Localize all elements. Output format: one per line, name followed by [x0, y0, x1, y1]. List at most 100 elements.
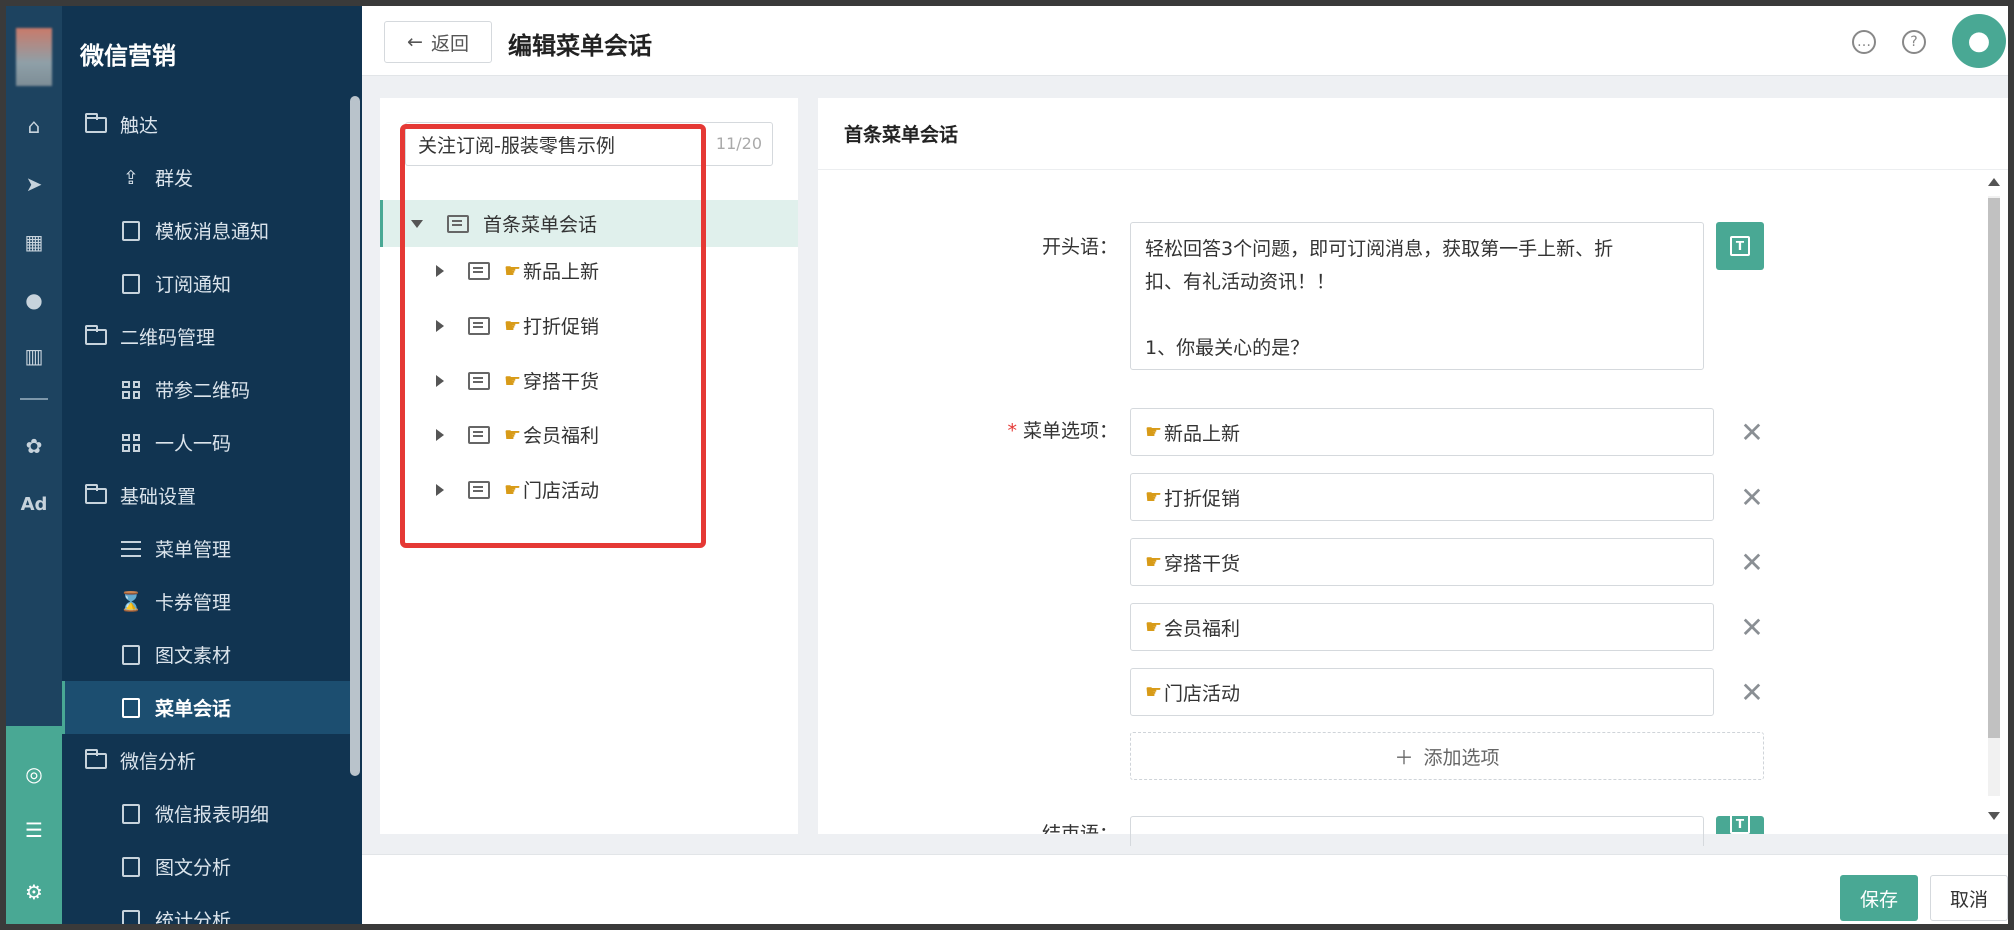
message-icon: [117, 219, 145, 243]
help-icon[interactable]: ?: [1902, 30, 1926, 54]
sidebar-item-article-analysis[interactable]: 图文分析: [62, 840, 350, 893]
qrcode-icon: [117, 378, 145, 402]
sidebar-group-reach[interactable]: 触达: [62, 98, 350, 151]
opener-line: 扣、有礼活动资讯！！: [1145, 271, 1336, 293]
sidebar-item-report-detail[interactable]: 微信报表明细: [62, 787, 350, 840]
share-icon: ⇪: [123, 166, 139, 189]
opener-line: 轻松回答3个问题，即可订阅消息，获取第一手上新、折: [1145, 238, 1614, 260]
options-label: * 菜单选项：: [958, 416, 1118, 443]
opener-label: 开头语：: [1041, 236, 1118, 258]
remove-option-button[interactable]: ✕: [1736, 610, 1768, 644]
home-icon[interactable]: ⌂: [6, 106, 62, 146]
menu-option-input[interactable]: ☛ 穿搭干货: [1130, 538, 1714, 586]
menu-option-value: 门店活动: [1164, 682, 1241, 705]
user-icon: ●: [1967, 26, 1991, 56]
gear-icon[interactable]: ⚙: [6, 872, 62, 912]
sidebar-item-statistics[interactable]: 统计分析: [62, 893, 350, 924]
back-button[interactable]: ← 返回: [384, 21, 492, 63]
sidebar-item-label: 模板消息通知: [155, 221, 270, 243]
server-icon[interactable]: ☰: [6, 810, 62, 850]
pointing-hand-icon: ☛: [1145, 551, 1163, 573]
plus-icon: ＋: [1394, 746, 1414, 769]
text-format-icon: T: [1730, 236, 1750, 256]
document-icon: [117, 855, 145, 879]
add-option-label: 添加选项: [1423, 746, 1500, 769]
menu-option-input[interactable]: ☛ 门店活动: [1130, 668, 1714, 716]
editor-scrollbar[interactable]: [1984, 174, 2004, 834]
remove-option-button[interactable]: ✕: [1736, 675, 1768, 709]
scroll-thumb[interactable]: [1988, 198, 2000, 738]
arrow-left-icon: ←: [407, 31, 423, 53]
menu-option-input[interactable]: ☛ 新品上新: [1130, 408, 1714, 456]
sidebar-item-label: 二维码管理: [120, 327, 216, 349]
wechat-icon[interactable]: ✿: [6, 426, 62, 466]
sidebar-title: 微信营销: [80, 42, 176, 70]
close-icon: ✕: [1740, 610, 1764, 644]
coupon-icon: ⌛: [119, 591, 143, 613]
folder-icon: [82, 324, 110, 349]
chart-icon: [117, 908, 145, 924]
top-header: ← 返回 编辑菜单会话 … ? ●: [362, 6, 2008, 76]
sidebar-item-label: 一人一码: [155, 433, 232, 455]
chat-bubble-icon[interactable]: …: [1852, 30, 1876, 54]
scroll-down-icon[interactable]: [1988, 812, 2000, 820]
sidebar-item-label: 卡券管理: [155, 592, 232, 614]
folder-icon: [82, 112, 110, 137]
sidebar-group-qrcode[interactable]: 二维码管理: [62, 310, 350, 363]
sidebar-item-label: 基础设置: [120, 486, 197, 508]
sidebar-item-param-qrcode[interactable]: 带参二维码: [62, 363, 350, 416]
close-icon: ✕: [1740, 480, 1764, 514]
sidebar-group-wechat-analysis[interactable]: 微信分析: [62, 734, 350, 787]
close-icon: ✕: [1740, 415, 1764, 449]
add-option-button[interactable]: ＋ 添加选项: [1130, 732, 1764, 780]
remove-option-button[interactable]: ✕: [1736, 415, 1768, 449]
ad-icon[interactable]: Ad: [6, 484, 62, 524]
sidebar-item-coupon-management[interactable]: ⌛ 卡券管理: [62, 575, 350, 628]
app-window: ⌂ ➤ ▦ ● ▥ ✿ Ad ◎ ☰ ⚙ 微信营销 触达 ⇪ 群发 模板消息通知 …: [6, 6, 2008, 924]
sidebar-list: 触达 ⇪ 群发 模板消息通知 订阅通知 二维码管理 带参二维码 一人一码 基础设置…: [62, 98, 350, 924]
opener-line: [1145, 299, 1689, 332]
remove-option-button[interactable]: ✕: [1736, 546, 1768, 579]
target-icon[interactable]: ◎: [6, 754, 62, 794]
layout-icon[interactable]: ▦: [6, 222, 62, 262]
pointing-hand-icon: ☛: [1145, 616, 1163, 638]
send-icon[interactable]: ➤: [6, 164, 62, 204]
sidebar-item-label: 订阅通知: [155, 274, 232, 296]
user-icon[interactable]: ●: [6, 280, 62, 320]
pointing-hand-icon: ☛: [1145, 681, 1163, 703]
sidebar-scrollbar[interactable]: [350, 96, 360, 776]
sidebar-item-mass-send[interactable]: ⇪ 群发: [62, 151, 350, 204]
char-counter: 11/20: [715, 134, 762, 153]
insert-text-button[interactable]: T: [1716, 816, 1764, 834]
closing-textarea[interactable]: [1130, 816, 1704, 846]
remove-option-button[interactable]: ✕: [1736, 480, 1768, 514]
sidebar-item-label: 微信分析: [120, 751, 197, 773]
opener-textarea[interactable]: 轻松回答3个问题，即可订阅消息，获取第一手上新、折 扣、有礼活动资讯！！ 1、你…: [1130, 222, 1704, 370]
chart-icon[interactable]: ▥: [6, 336, 62, 376]
sidebar-item-article-material[interactable]: 图文素材: [62, 628, 350, 681]
required-marker: *: [1007, 420, 1017, 442]
sidebar-item-menu-session[interactable]: 菜单会话: [62, 681, 350, 734]
avatar[interactable]: ●: [1952, 14, 2006, 68]
opener-line: 1、你最关心的是？: [1145, 337, 1310, 359]
folder-icon: [82, 748, 110, 773]
cancel-button[interactable]: 取消: [1930, 875, 2008, 921]
menu-option-input[interactable]: ☛ 打折促销: [1130, 473, 1714, 521]
close-icon: ✕: [1740, 675, 1764, 709]
sidebar-item-personal-qrcode[interactable]: 一人一码: [62, 416, 350, 469]
menu-option-input[interactable]: ☛ 会员福利: [1130, 603, 1714, 651]
back-button-label: 返回: [430, 32, 469, 55]
brand-logo: [16, 28, 52, 86]
options-label-text: 菜单选项：: [1022, 420, 1118, 442]
sidebar-item-subscribe-notice[interactable]: 订阅通知: [62, 257, 350, 310]
editor-heading: 首条菜单会话: [818, 98, 2008, 170]
sidebar-item-menu-management[interactable]: 菜单管理: [62, 522, 350, 575]
menu-option-value: 穿搭干货: [1164, 552, 1241, 575]
sidebar-item-template-message[interactable]: 模板消息通知: [62, 204, 350, 257]
insert-text-button[interactable]: T: [1716, 222, 1764, 270]
save-button[interactable]: 保存: [1840, 875, 1918, 921]
sidebar-item-label: 群发: [155, 168, 194, 190]
menu-option-value: 会员福利: [1164, 617, 1241, 640]
sidebar-group-basic-settings[interactable]: 基础设置: [62, 469, 350, 522]
scroll-up-icon[interactable]: [1988, 178, 2000, 186]
